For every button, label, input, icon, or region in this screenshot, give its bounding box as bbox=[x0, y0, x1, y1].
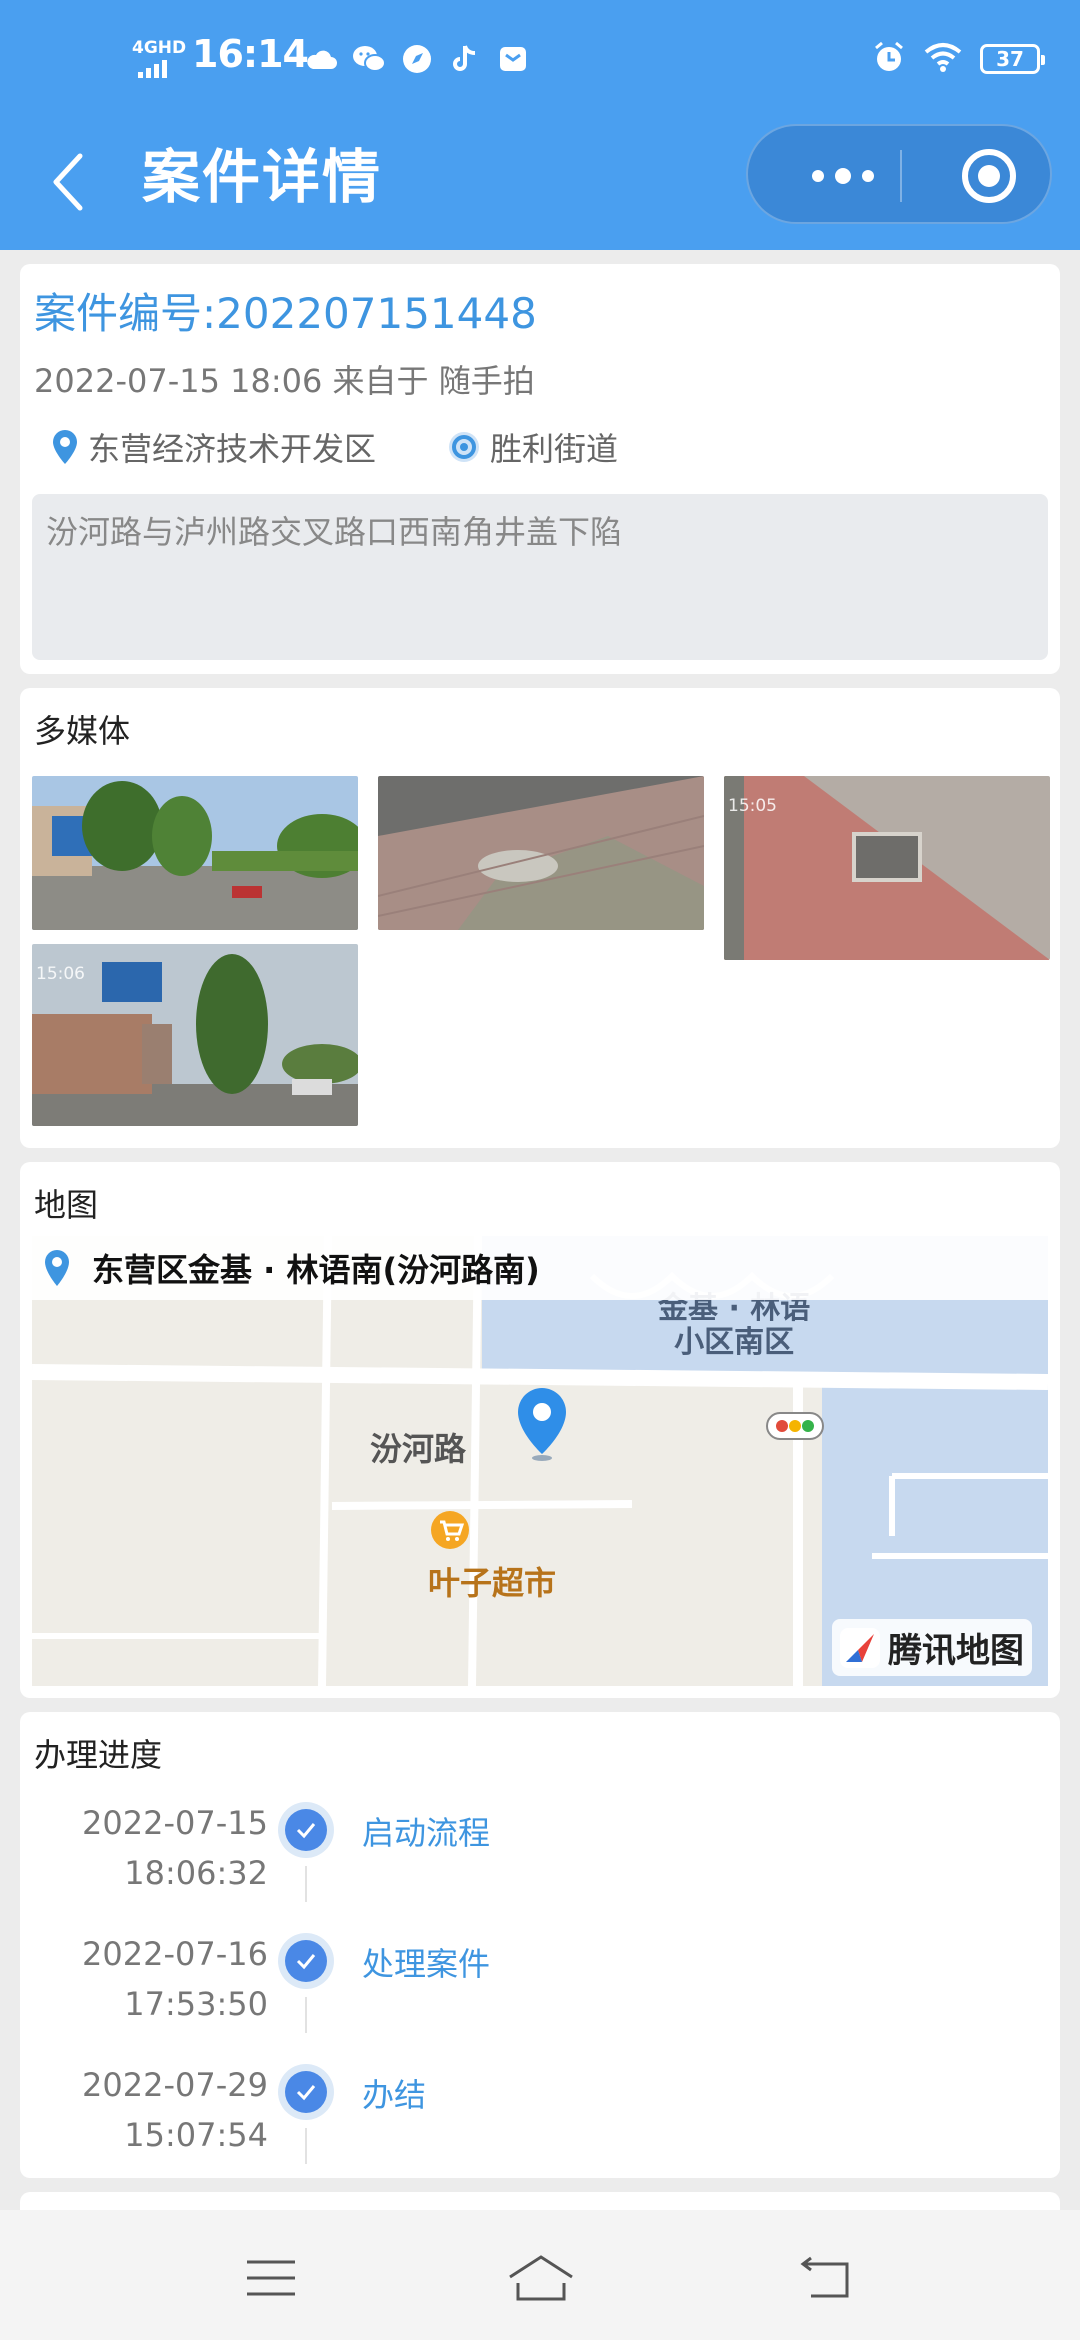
notification-icons bbox=[304, 42, 530, 76]
nav-bar: 案件详情 bbox=[0, 120, 1080, 250]
progress-step: 2022-07-15 18:06:32 启动流程 bbox=[20, 1784, 1060, 1914]
map-address-bar: 东营区金基 · 林语南(汾河路南) bbox=[32, 1236, 1048, 1300]
battery-icon: 37 bbox=[980, 44, 1045, 74]
menu-icon bbox=[247, 2260, 295, 2296]
traffic-light-icon bbox=[766, 1412, 824, 1444]
home-button[interactable] bbox=[506, 2248, 576, 2308]
step-time: 15:07:54 bbox=[124, 2116, 268, 2154]
check-icon bbox=[278, 2064, 334, 2120]
case-description: 汾河路与泸州路交叉路口西南角井盖下陷 bbox=[32, 494, 1048, 660]
media-timestamp: 15:05 bbox=[728, 796, 777, 816]
map-road-label: 汾河路 bbox=[370, 1430, 467, 1468]
status-time: 16:14 bbox=[192, 32, 309, 76]
district-label: 东营经济技术开发区 bbox=[88, 430, 377, 468]
progress-step: 2022-07-16 17:53:50 处理案件 bbox=[20, 1915, 1060, 2045]
compass-app-icon bbox=[400, 42, 434, 76]
step-date: 2022-07-15 bbox=[82, 1804, 268, 1842]
network-label: 4GHD bbox=[132, 38, 187, 58]
media-thumb-3[interactable]: 15:05 bbox=[724, 776, 1050, 960]
media-thumb-1[interactable] bbox=[32, 776, 358, 930]
street-target-icon bbox=[449, 432, 480, 462]
media-section-title: 多媒体 bbox=[34, 712, 131, 750]
media-thumb-2[interactable] bbox=[378, 776, 704, 930]
step-name: 启动流程 bbox=[362, 1814, 491, 1852]
map-card: 地图 东营区金基 · 林语南(汾河路南) 金基 · 林语 小区南区 汾河路 叶子… bbox=[20, 1162, 1060, 1698]
miniapp-capsule bbox=[746, 124, 1052, 224]
timeline-connector bbox=[305, 1997, 307, 2033]
back-nav-button[interactable] bbox=[790, 2248, 860, 2308]
chevron-left-icon bbox=[53, 153, 83, 211]
top-header: 4GHD 16:14 37 案件详情 bbox=[0, 0, 1080, 250]
map-community-label: 金基 · 林语 小区南区 bbox=[658, 1291, 811, 1360]
step-time: 17:53:50 bbox=[124, 1985, 268, 2023]
check-icon bbox=[278, 1933, 334, 1989]
step-date: 2022-07-16 bbox=[82, 1935, 268, 1973]
status-bar: 4GHD 16:14 37 bbox=[0, 0, 1080, 120]
tiktok-icon bbox=[448, 42, 482, 76]
check-icon bbox=[278, 1802, 334, 1858]
progress-card: 办理进度 2022-07-15 18:06:32 启动流程 2022-07-16… bbox=[20, 1712, 1060, 2178]
map-view[interactable]: 东营区金基 · 林语南(汾河路南) 金基 · 林语 小区南区 汾河路 叶子超市 … bbox=[32, 1236, 1048, 1686]
network-indicator: 4GHD bbox=[132, 38, 187, 78]
mail-icon bbox=[496, 42, 530, 76]
progress-section-title: 办理进度 bbox=[34, 1736, 163, 1774]
step-name: 办结 bbox=[362, 2076, 427, 2114]
tencent-map-icon bbox=[840, 1627, 880, 1668]
back-return-icon bbox=[800, 2256, 849, 2298]
case-number: 案件编号:202207151448 bbox=[34, 289, 537, 338]
media-thumb-4[interactable]: 15:06 bbox=[32, 944, 358, 1126]
map-shop-label: 叶子超市 bbox=[428, 1564, 557, 1602]
home-icon bbox=[509, 2255, 573, 2301]
weather-icon bbox=[304, 42, 338, 76]
location-row: 东营经济技术开发区 胜利街道 bbox=[50, 424, 618, 470]
target-circle-icon bbox=[962, 149, 1016, 203]
back-button[interactable] bbox=[36, 150, 100, 214]
tencent-map-logo: 腾讯地图 bbox=[832, 1619, 1032, 1676]
signal-bars-icon bbox=[138, 60, 167, 78]
map-section-title: 地图 bbox=[34, 1186, 99, 1224]
step-name: 处理案件 bbox=[362, 1945, 491, 1983]
wifi-icon bbox=[924, 42, 962, 76]
shop-icon bbox=[430, 1510, 470, 1554]
timeline-connector bbox=[305, 2128, 307, 2164]
close-miniapp-button[interactable] bbox=[944, 126, 1034, 226]
step-time: 18:06:32 bbox=[124, 1854, 268, 1892]
location-pin-icon bbox=[53, 430, 77, 464]
media-card: 多媒体 15:05 15:06 bbox=[20, 688, 1060, 1148]
page-title: 案件详情 bbox=[142, 143, 383, 211]
map-brand-label: 腾讯地图 bbox=[888, 1631, 1024, 1671]
map-marker-icon bbox=[514, 1386, 570, 1466]
more-dots-icon bbox=[812, 168, 874, 184]
progress-step: 2022-07-29 15:07:54 办结 bbox=[20, 2046, 1060, 2176]
menu-button[interactable] bbox=[236, 2248, 306, 2308]
case-info-card: 案件编号:202207151448 2022-07-15 18:06 来自于 随… bbox=[20, 264, 1060, 674]
more-button[interactable] bbox=[788, 126, 898, 226]
map-address: 东营区金基 · 林语南(汾河路南) bbox=[92, 1251, 540, 1289]
wechat-icon bbox=[352, 42, 386, 76]
system-status-icons: 37 bbox=[872, 40, 1045, 78]
media-timestamp: 15:06 bbox=[36, 964, 85, 984]
capsule-divider bbox=[900, 150, 902, 202]
alarm-icon bbox=[872, 40, 906, 78]
timeline-connector bbox=[305, 1866, 307, 1902]
street-label: 胜利街道 bbox=[490, 430, 619, 468]
case-meta: 2022-07-15 18:06 来自于 随手拍 bbox=[34, 362, 535, 400]
step-date: 2022-07-29 bbox=[82, 2066, 268, 2104]
system-nav-bar bbox=[0, 2210, 1080, 2340]
location-pin-icon bbox=[45, 1250, 69, 1286]
